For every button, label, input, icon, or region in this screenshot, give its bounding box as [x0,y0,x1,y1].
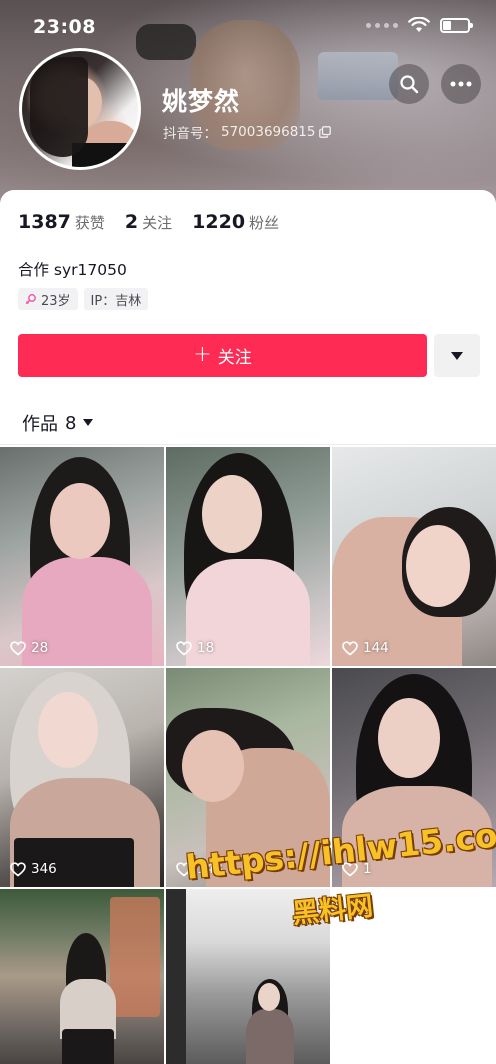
profile-stats: 1387 获赞 2 关注 1220 粉丝 [18,211,299,233]
search-icon [400,75,419,94]
female-icon [25,294,36,305]
tab-works[interactable]: 作品 8 [22,410,94,436]
follow-label: 关注 [217,348,252,368]
stat-likes: 1387 获赞 [18,211,105,233]
copy-icon[interactable] [319,126,332,138]
stat-following[interactable]: 2 关注 [125,211,172,233]
like-count: 144 [342,640,389,656]
like-count: 18 [176,640,214,656]
douyin-id-value: 57003696815 [221,124,316,140]
tab-works-count: 8 [65,412,77,434]
signal-icon [366,22,398,28]
heart-icon [10,861,26,877]
video-thumbnail[interactable]: 28 [0,447,164,666]
profile-tags: 23岁 IP：吉林 [18,288,149,310]
caret-down-icon [451,351,463,360]
douyin-id-label: 抖音号： [163,126,217,142]
douyin-id: 抖音号： 57003696815 [163,122,332,142]
age-tag: 23岁 [18,288,78,310]
stat-followers[interactable]: 1220 粉丝 [192,211,279,233]
heart-icon [176,640,192,656]
follow-button[interactable]: + 关注 [18,334,427,377]
status-icons [366,17,473,33]
video-thumbnail[interactable] [0,889,164,1064]
tab-works-label: 作品 [22,414,58,435]
plus-icon: + [193,341,212,367]
nickname: 姚梦然 [162,87,241,116]
heart-icon [10,640,26,656]
ip-tag: IP：吉林 [83,288,149,310]
battery-icon [440,17,473,33]
search-button[interactable] [389,64,429,104]
avatar[interactable] [19,48,141,170]
like-count: 28 [10,640,48,656]
video-thumbnail[interactable]: 346 [0,668,164,887]
recommend-dropdown-button[interactable] [434,334,480,377]
bio: 合作 syr17050 [18,261,127,279]
more-button[interactable] [441,64,481,104]
wifi-icon [408,17,430,32]
more-icon [450,81,472,87]
video-thumbnail[interactable]: 144 [332,447,496,666]
caret-down-icon [83,419,94,426]
heart-icon [342,640,358,656]
video-thumbnail[interactable]: 18 [166,447,330,666]
divider [0,444,496,445]
like-count: 346 [10,861,57,877]
status-time: 23:08 [33,16,96,38]
